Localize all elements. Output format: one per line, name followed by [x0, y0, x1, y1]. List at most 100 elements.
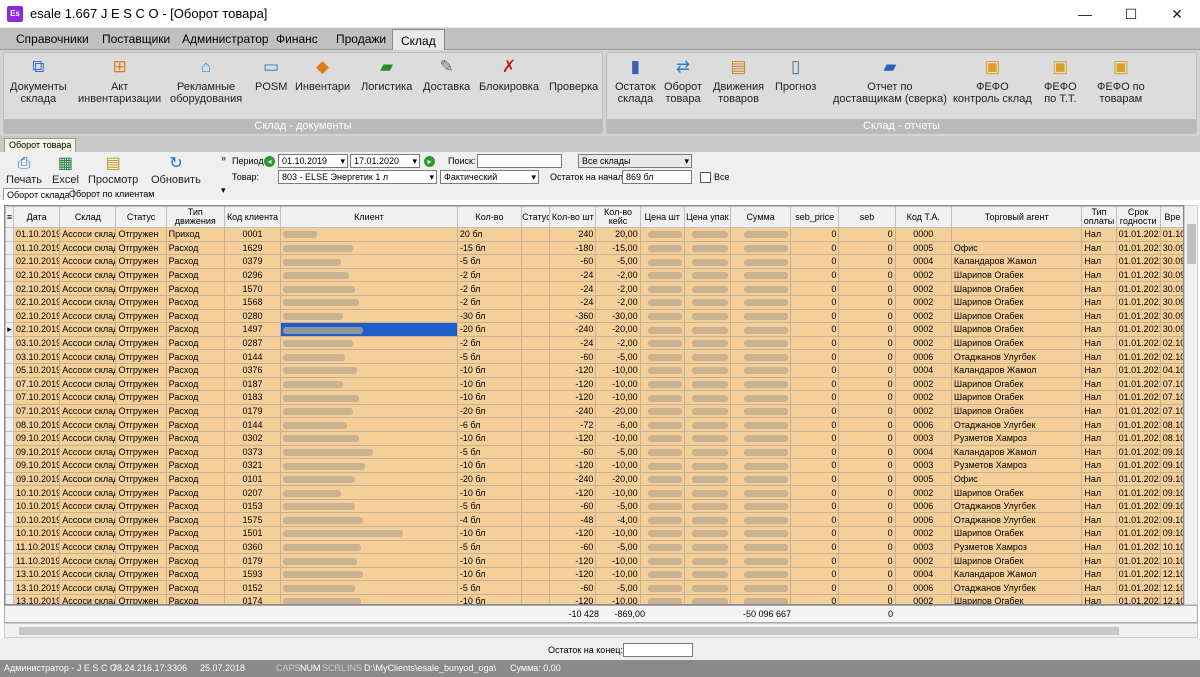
table-row[interactable]: 01.10.2019 Ассоси склад Отгружен Приход 0001…: [5, 227, 1183, 242]
cell-seb-price[interactable]: 0: [790, 227, 840, 242]
cell-seb-price[interactable]: 0: [790, 335, 840, 351]
cell-client[interactable]: [280, 417, 458, 432]
cell-client[interactable]: [280, 485, 458, 500]
cell-warehouse[interactable]: Ассоси склад: [59, 444, 117, 460]
cell-ta-code[interactable]: 0002: [894, 485, 952, 500]
cell-agent[interactable]: Шарипов Огабек: [950, 390, 1083, 405]
cell-seb-price[interactable]: 0: [790, 594, 840, 604]
cell-seb-price[interactable]: 0: [790, 403, 840, 419]
cell-expiry[interactable]: 01.01.2021: [1115, 322, 1161, 337]
cell-client-code[interactable]: 1593: [223, 566, 282, 582]
cell-status[interactable]: Отгружен: [115, 227, 167, 242]
cell-time[interactable]: 08.10.2: [1159, 430, 1183, 446]
cell-qty-pcs[interactable]: -24: [549, 281, 597, 296]
cell-qty-pcs[interactable]: 240: [549, 227, 597, 242]
cell-client[interactable]: [280, 430, 458, 446]
cell-status2[interactable]: [521, 240, 551, 256]
cell-qty-cases[interactable]: -30,00: [595, 308, 641, 324]
table-row[interactable]: 07.10.2019 Ассоси склад Отгружен Расход 0187…: [5, 376, 1183, 392]
cell-qty-cases[interactable]: -10,00: [595, 594, 641, 604]
cell-qty[interactable]: -20 бл: [456, 403, 523, 419]
table-row[interactable]: 13.10.2019 Ассоси склад Отгружен Расход 1593…: [5, 566, 1183, 582]
cell-price-pack[interactable]: [683, 485, 731, 500]
row-indicator[interactable]: [5, 594, 15, 604]
cell-price-pcs[interactable]: [639, 362, 685, 378]
cell-agent[interactable]: Шарипов Огабек: [950, 308, 1083, 324]
cell-status2[interactable]: [521, 294, 551, 310]
cell-qty-cases[interactable]: -10,00: [595, 485, 641, 500]
cell-seb[interactable]: 0: [838, 390, 896, 405]
cell-qty-cases[interactable]: 20,00: [595, 227, 641, 242]
cell-ta-code[interactable]: 0003: [894, 539, 952, 555]
cell-move-type[interactable]: Расход: [165, 430, 225, 446]
cell-client[interactable]: [280, 254, 458, 269]
table-row[interactable]: 01.10.2019 Ассоси склад Отгружен Расход 1629…: [5, 240, 1183, 256]
cell-move-type[interactable]: Расход: [165, 240, 225, 256]
cell-ta-code[interactable]: 0002: [894, 390, 952, 405]
cell-ta-code[interactable]: 0002: [894, 403, 952, 419]
cell-price-pcs[interactable]: [639, 553, 685, 568]
cell-price-pack[interactable]: [683, 362, 731, 378]
cell-ta-code[interactable]: 0004: [894, 254, 952, 269]
cell-date[interactable]: 05.10.2019: [13, 362, 61, 378]
cell-date[interactable]: 10.10.2019: [13, 498, 61, 514]
menu-directories[interactable]: Справочники: [8, 28, 97, 50]
cell-qty-cases[interactable]: -5,00: [595, 349, 641, 364]
cell-seb-price[interactable]: 0: [790, 376, 840, 392]
minimize-button[interactable]: —: [1062, 0, 1108, 28]
cell-payment[interactable]: Нал: [1081, 458, 1117, 473]
menu-suppliers[interactable]: Поставщики: [94, 28, 178, 50]
cell-qty-pcs[interactable]: -24: [549, 267, 597, 283]
cell-qty-pcs[interactable]: -60: [549, 580, 597, 596]
cell-price-pcs[interactable]: [639, 376, 685, 392]
row-indicator[interactable]: [5, 485, 15, 500]
date-from-field[interactable]: 01.10.2019: [278, 154, 348, 168]
logistics-button[interactable]: ▰ Логистика: [361, 57, 412, 93]
cell-qty-cases[interactable]: -2,00: [595, 267, 641, 283]
cell-time[interactable]: 30.09.2: [1159, 240, 1183, 256]
cell-client[interactable]: [280, 227, 458, 242]
cell-agent[interactable]: Шарипов Огабек: [950, 403, 1083, 419]
row-indicator[interactable]: [5, 444, 15, 460]
print-button[interactable]: ⎙ Печать: [6, 154, 42, 186]
menu-admin[interactable]: Администратор: [174, 28, 277, 50]
cell-seb-price[interactable]: 0: [790, 444, 840, 460]
cell-status2[interactable]: [521, 267, 551, 283]
cell-move-type[interactable]: Расход: [165, 267, 225, 283]
cell-date[interactable]: 10.10.2019: [13, 485, 61, 500]
cell-price-pack[interactable]: [683, 335, 731, 351]
cell-qty-cases[interactable]: -10,00: [595, 526, 641, 541]
col-date[interactable]: Дата: [13, 206, 61, 228]
cell-payment[interactable]: Нал: [1081, 322, 1117, 337]
cell-ta-code[interactable]: 0000: [894, 227, 952, 242]
maximize-button[interactable]: ☐: [1108, 0, 1154, 28]
cell-expiry[interactable]: 01.01.2021: [1115, 471, 1161, 487]
cell-sum[interactable]: [729, 308, 792, 324]
excel-button[interactable]: ▦ Excel: [52, 154, 79, 186]
advertising-button[interactable]: ⌂ Рекламные оборудования: [170, 57, 242, 105]
cell-seb[interactable]: 0: [838, 403, 896, 419]
col-price-pack[interactable]: Цена упак: [683, 206, 731, 228]
cell-qty[interactable]: -5 бл: [456, 580, 523, 596]
cell-client[interactable]: [280, 594, 458, 604]
cell-price-pcs[interactable]: [639, 594, 685, 604]
cell-agent[interactable]: Отаджанов Улугбек: [950, 512, 1083, 528]
row-indicator[interactable]: [5, 281, 15, 296]
cell-sum[interactable]: [729, 362, 792, 378]
cell-status[interactable]: Отгружен: [115, 526, 167, 541]
cell-time[interactable]: 09.10.2: [1159, 444, 1183, 460]
cell-sum[interactable]: [729, 526, 792, 541]
cell-price-pack[interactable]: [683, 376, 731, 392]
cell-time[interactable]: 12.10.2: [1159, 580, 1183, 596]
cell-agent[interactable]: Отаджанов Улугбек: [950, 498, 1083, 514]
cell-qty[interactable]: -6 бл: [456, 417, 523, 432]
cell-date[interactable]: 10.10.2019: [13, 526, 61, 541]
col-qty-pcs[interactable]: Кол-во шт: [549, 206, 597, 228]
cell-date[interactable]: 02.10.2019: [13, 308, 61, 324]
col-time[interactable]: Вре: [1159, 206, 1183, 228]
row-indicator[interactable]: [5, 417, 15, 432]
cell-price-pcs[interactable]: [639, 539, 685, 555]
cell-qty-pcs[interactable]: -120: [549, 430, 597, 446]
cell-move-type[interactable]: Расход: [165, 580, 225, 596]
col-ta-code[interactable]: Код Т.А.: [894, 206, 952, 228]
